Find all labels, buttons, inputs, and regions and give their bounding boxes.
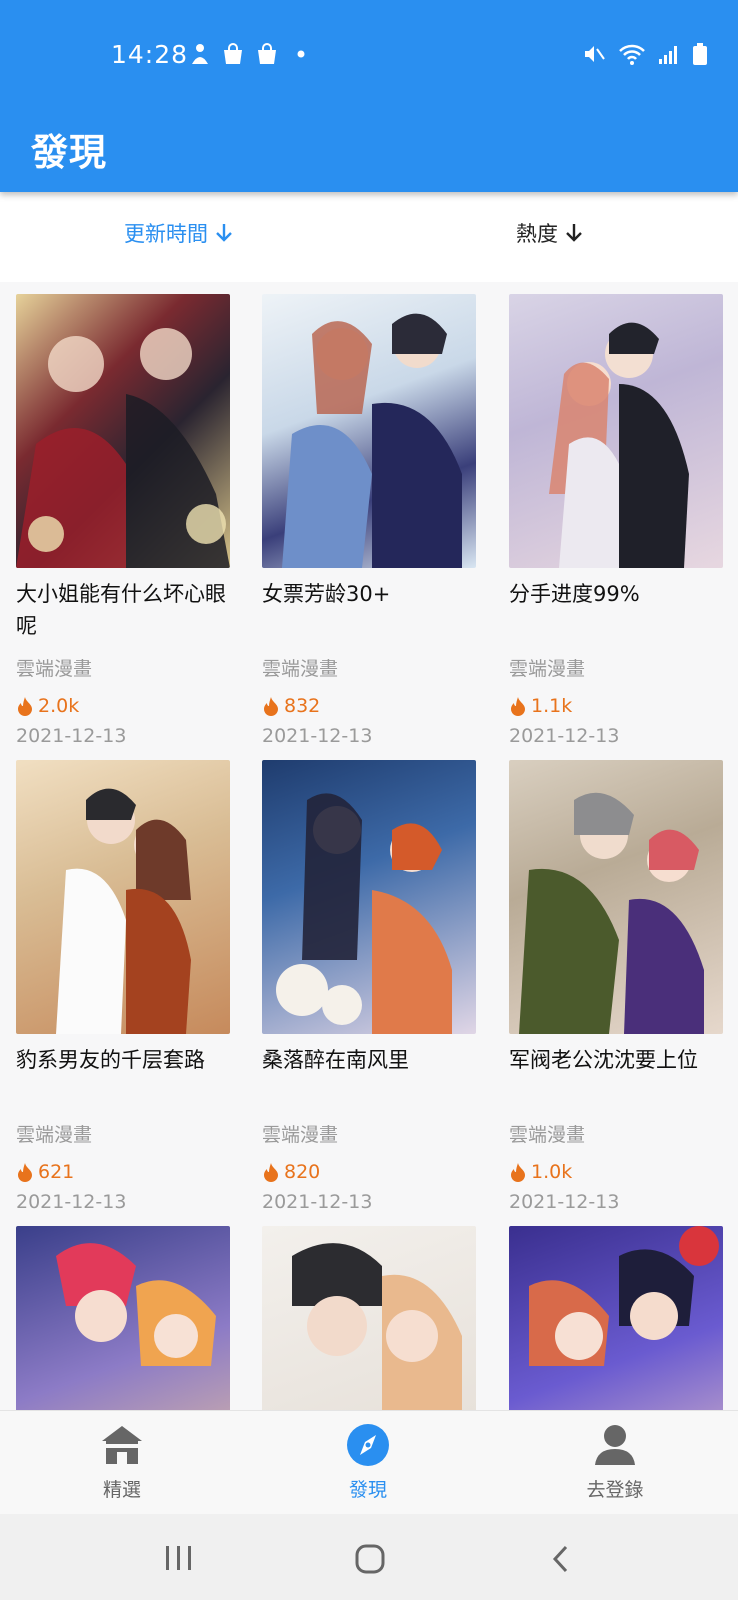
comic-source: 雲端漫畫 [262,1124,339,1146]
comic-title: 桑落醉在南风里 [262,1048,409,1072]
comic-card[interactable]: 桑落醉在南风里 雲端漫畫 820 2021-12-13 [262,760,476,1213]
recent-apps-icon[interactable] [164,1544,194,1572]
comic-heat: 2.0k [16,695,230,717]
flame-icon [18,1163,32,1182]
notification-app-icon [192,44,208,64]
flame-icon [18,697,32,716]
home-icon [102,1426,142,1464]
status-bar: 14:28 [0,0,738,112]
comic-date: 2021-12-13 [16,1191,127,1213]
flame-icon [264,697,278,716]
user-icon [595,1425,635,1465]
comic-title: 分手进度99% [509,582,640,606]
shopping-bag-icon [224,43,242,64]
comic-source: 雲端漫畫 [262,658,339,680]
nav-item-featured[interactable]: 精選 [62,1423,182,1502]
comic-heat: 621 [16,1161,230,1183]
comic-heat: 832 [262,695,476,717]
mute-icon [585,46,605,62]
comic-cover[interactable] [16,760,230,1034]
comic-card[interactable]: 豹系男友的千层套路 雲端漫畫 621 2021-12-13 [16,760,230,1213]
flame-icon [511,697,525,716]
comic-title: 女票芳龄30+ [262,582,391,606]
comic-date: 2021-12-13 [16,725,127,747]
comic-source: 雲端漫畫 [509,658,586,680]
signal-icon [659,46,677,64]
app-bar: 14:28 發現 [0,0,738,192]
page-title: 發現 [31,131,107,174]
comic-card[interactable]: 大小姐能有什么坏心眼呢 雲端漫畫 2.0k 2021-12-13 [16,294,230,747]
sort-by-time-button[interactable]: 更新時間 [124,218,234,248]
back-icon[interactable] [550,1544,572,1574]
comic-source: 雲端漫畫 [509,1124,586,1146]
comic-cover[interactable] [262,294,476,568]
arrow-down-icon [566,224,582,242]
comic-date: 2021-12-13 [509,725,620,747]
nav-label-featured: 精選 [102,1479,141,1501]
comic-title: 豹系男友的千层套路 [16,1048,205,1072]
comic-heat: 820 [262,1161,476,1183]
comic-cover[interactable] [509,294,723,568]
sort-bar: 更新時間 熱度 [0,192,738,282]
sort-by-heat-button[interactable]: 熱度 [516,218,584,248]
comic-source: 雲端漫畫 [16,1124,93,1146]
comic-cover[interactable] [262,760,476,1034]
flame-icon [264,1163,278,1182]
comic-heat-value: 2.0k [38,695,80,717]
home-button-icon[interactable] [354,1544,386,1574]
comic-card[interactable]: 军阀老公沈沈要上位 雲端漫畫 1.0k 2021-12-13 [509,760,723,1213]
sort-by-time-label: 更新時間 [124,222,208,246]
system-navigation-bar [0,1514,738,1600]
wifi-icon [619,44,645,65]
comic-cover[interactable] [16,294,230,568]
comic-source: 雲端漫畫 [16,658,93,680]
bottom-navigation: 精選 發現 去登錄 [0,1410,738,1515]
battery-icon [693,43,707,65]
comic-heat-value: 621 [38,1161,75,1183]
comic-date: 2021-12-13 [262,725,373,747]
comic-heat: 1.1k [509,695,723,717]
nav-label-discover: 發現 [348,1479,387,1501]
comic-title: 军阀老公沈沈要上位 [509,1048,698,1072]
nav-item-login[interactable]: 去登錄 [555,1423,675,1502]
comic-card[interactable]: 女票芳龄30+ 雲端漫畫 832 2021-12-13 [262,294,476,747]
nav-label-login: 去登錄 [586,1479,644,1501]
sort-by-heat-label: 熱度 [516,222,558,246]
arrow-down-icon [216,224,232,242]
status-time: 14:28 [111,40,189,69]
comic-title: 大小姐能有什么坏心眼呢 [16,582,226,638]
nav-item-discover[interactable]: 發現 [308,1423,428,1502]
comic-date: 2021-12-13 [262,1191,373,1213]
comic-heat-value: 1.0k [531,1161,573,1183]
comic-heat-value: 832 [284,695,321,717]
comic-heat-value: 1.1k [531,695,573,717]
compass-icon [347,1424,389,1466]
comic-card[interactable]: 分手进度99% 雲端漫畫 1.1k 2021-12-13 [509,294,723,747]
shopping-bag-icon-2 [258,43,276,64]
dot-icon [297,50,305,58]
comic-heat: 1.0k [509,1161,723,1183]
flame-icon [511,1163,525,1182]
comic-cover[interactable] [509,760,723,1034]
comic-heat-value: 820 [284,1161,321,1183]
comic-date: 2021-12-13 [509,1191,620,1213]
